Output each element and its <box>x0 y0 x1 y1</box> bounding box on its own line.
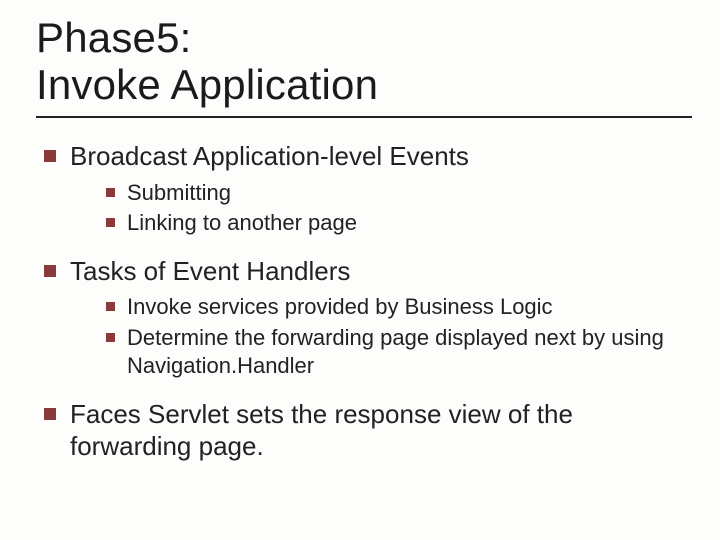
sub-bullet-text: Linking to another page <box>127 209 357 237</box>
title-divider <box>36 116 692 118</box>
sub-bullet-text: Determine the forwarding page displayed … <box>127 324 687 380</box>
slide-body: Broadcast Application-level Events Submi… <box>36 140 692 463</box>
sub-bullet-group: Submitting Linking to another page <box>106 179 692 237</box>
title-line-2: Invoke Application <box>36 61 378 108</box>
bullet-level2: Submitting <box>106 179 692 207</box>
bullet-text: Tasks of Event Handlers <box>70 255 350 288</box>
bullet-level1: Faces Servlet sets the response view of … <box>44 398 692 463</box>
square-bullet-icon <box>106 218 115 227</box>
sub-bullet-group: Invoke services provided by Business Log… <box>106 293 692 379</box>
square-bullet-icon <box>106 302 115 311</box>
square-bullet-icon <box>106 333 115 342</box>
title-line-1: Phase5: <box>36 14 192 61</box>
square-bullet-icon <box>44 265 56 277</box>
bullet-level1: Broadcast Application-level Events <box>44 140 692 173</box>
square-bullet-icon <box>106 188 115 197</box>
bullet-text: Broadcast Application-level Events <box>70 140 469 173</box>
square-bullet-icon <box>44 150 56 162</box>
bullet-level1: Tasks of Event Handlers <box>44 255 692 288</box>
slide: Phase5: Invoke Application Broadcast App… <box>0 0 720 540</box>
sub-bullet-text: Submitting <box>127 179 231 207</box>
square-bullet-icon <box>44 408 56 420</box>
sub-bullet-text: Invoke services provided by Business Log… <box>127 293 553 321</box>
bullet-level2: Invoke services provided by Business Log… <box>106 293 692 321</box>
bullet-level2: Linking to another page <box>106 209 692 237</box>
bullet-level2: Determine the forwarding page displayed … <box>106 324 692 380</box>
bullet-text: Faces Servlet sets the response view of … <box>70 398 692 463</box>
slide-title: Phase5: Invoke Application <box>36 14 692 108</box>
